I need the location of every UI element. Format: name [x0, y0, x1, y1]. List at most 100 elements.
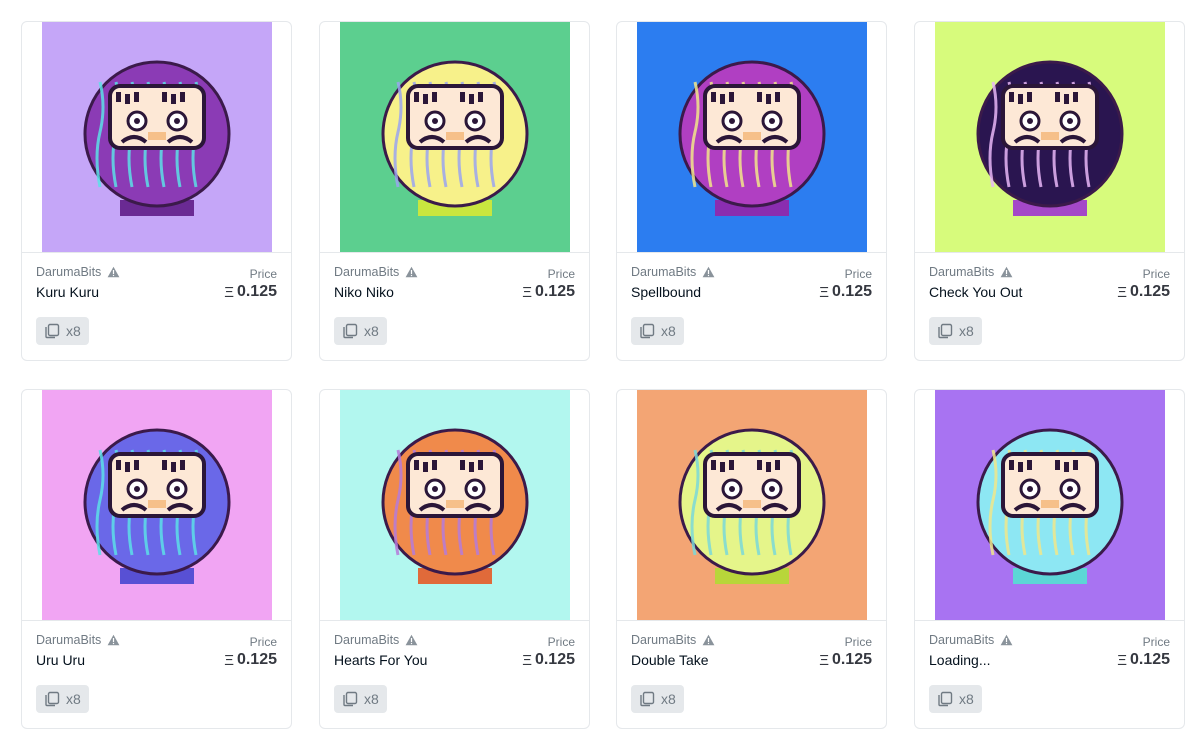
warning-icon[interactable]: [1000, 634, 1013, 646]
eyebrow-stripe: [1072, 92, 1078, 102]
eyebrow-stripe: [179, 92, 185, 102]
daruma-pupil: [768, 486, 775, 492]
eth-icon: Ξ: [224, 283, 234, 301]
collection-name[interactable]: DarumaBits: [36, 265, 101, 279]
price-value: Ξ 0.125: [224, 283, 277, 301]
price-block: Price Ξ 0.125: [1117, 267, 1170, 301]
collection-name[interactable]: DarumaBits: [631, 265, 696, 279]
editions-badge[interactable]: x8: [334, 685, 387, 713]
price-label: Price: [1142, 635, 1170, 649]
editions-badge[interactable]: x8: [36, 685, 89, 713]
eyebrow-stripe: [756, 460, 762, 470]
eyebrow-stripe: [459, 460, 465, 470]
warning-icon[interactable]: [107, 266, 120, 278]
editions-badge[interactable]: x8: [929, 685, 982, 713]
nft-artwork[interactable]: [617, 390, 886, 620]
divider: [22, 252, 291, 253]
eyebrow-stripe: [765, 462, 771, 472]
eyebrow-stripe: [179, 460, 185, 470]
nft-artwork[interactable]: [617, 22, 886, 252]
eyebrow-stripe: [115, 92, 121, 102]
divider: [22, 620, 291, 621]
warning-icon[interactable]: [702, 266, 715, 278]
price-value: Ξ 0.125: [522, 283, 575, 301]
daruma-pupil: [768, 118, 775, 124]
nft-card[interactable]: DarumaBits Hearts For You Price Ξ 0.125 …: [319, 389, 590, 729]
price-label: Price: [249, 267, 277, 281]
eyebrow-stripe: [170, 94, 176, 104]
copies-icon: [343, 323, 358, 339]
editions-badge[interactable]: x8: [631, 317, 684, 345]
warning-icon[interactable]: [1000, 266, 1013, 278]
editions-count: x8: [66, 323, 81, 339]
daruma-svg: [41, 390, 272, 620]
price-block: Price Ξ 0.125: [224, 635, 277, 669]
divider: [320, 252, 589, 253]
nft-card[interactable]: DarumaBits Check You Out Price Ξ 0.125 x…: [914, 21, 1185, 361]
nft-card[interactable]: DarumaBits Double Take Price Ξ 0.125 x8: [616, 389, 887, 729]
editions-badge[interactable]: x8: [334, 317, 387, 345]
nft-card[interactable]: DarumaBits Niko Niko Price Ξ 0.125 x8: [319, 21, 590, 361]
copies-icon: [938, 691, 953, 707]
daruma-pupil: [431, 118, 438, 124]
daruma-svg: [339, 390, 570, 620]
eyebrow-stripe: [1063, 94, 1069, 104]
eyebrow-stripe: [1008, 92, 1014, 102]
eyebrow-stripe: [710, 92, 716, 102]
nft-artwork[interactable]: [320, 22, 589, 252]
daruma-pupil: [1066, 486, 1073, 492]
daruma-pupil: [1026, 486, 1033, 492]
copies-icon: [640, 323, 655, 339]
daruma-nose: [742, 132, 761, 140]
daruma-pupil: [133, 118, 140, 124]
collection-name[interactable]: DarumaBits: [631, 633, 696, 647]
nft-card[interactable]: DarumaBits Kuru Kuru Price Ξ 0.125 x8: [21, 21, 292, 361]
eyebrow-stripe: [1026, 92, 1032, 102]
price-block: Price Ξ 0.125: [522, 635, 575, 669]
copies-icon: [343, 691, 358, 707]
price-amount: 0.125: [236, 283, 277, 300]
editions-badge[interactable]: x8: [36, 317, 89, 345]
collection-name[interactable]: DarumaBits: [334, 633, 399, 647]
price-amount: 0.125: [1129, 651, 1170, 668]
copies-icon: [45, 691, 60, 707]
price-label: Price: [1142, 267, 1170, 281]
collection-name[interactable]: DarumaBits: [36, 633, 101, 647]
nft-card[interactable]: DarumaBits Uru Uru Price Ξ 0.125 x8: [21, 389, 292, 729]
daruma-svg: [636, 390, 867, 620]
daruma-pupil: [471, 486, 478, 492]
eth-icon: Ξ: [224, 651, 234, 669]
editions-count: x8: [66, 691, 81, 707]
eyebrow-stripe: [1017, 462, 1023, 472]
collection-name[interactable]: DarumaBits: [334, 265, 399, 279]
warning-icon[interactable]: [405, 634, 418, 646]
nft-artwork[interactable]: [915, 22, 1184, 252]
nft-artwork[interactable]: [915, 390, 1184, 620]
nft-artwork[interactable]: [320, 390, 589, 620]
eyebrow-stripe: [1054, 460, 1060, 470]
price-amount: 0.125: [831, 283, 872, 300]
collection-name[interactable]: DarumaBits: [929, 633, 994, 647]
eyebrow-stripe: [468, 94, 474, 104]
editions-badge[interactable]: x8: [929, 317, 982, 345]
eyebrow-stripe: [422, 94, 428, 104]
warning-icon[interactable]: [107, 634, 120, 646]
nft-card[interactable]: DarumaBits Spellbound Price Ξ 0.125 x8: [616, 21, 887, 361]
warning-icon[interactable]: [702, 634, 715, 646]
daruma-svg: [934, 22, 1165, 252]
warning-icon[interactable]: [405, 266, 418, 278]
nft-card[interactable]: DarumaBits Loading... Price Ξ 0.125 x8: [914, 389, 1185, 729]
eyebrow-stripe: [413, 460, 419, 470]
daruma-svg: [636, 22, 867, 252]
nft-artwork[interactable]: [22, 22, 291, 252]
editions-badge[interactable]: x8: [631, 685, 684, 713]
daruma-image: [41, 390, 272, 620]
collection-name[interactable]: DarumaBits: [929, 265, 994, 279]
editions-count: x8: [661, 691, 676, 707]
daruma-pupil: [173, 486, 180, 492]
price-block: Price Ξ 0.125: [819, 267, 872, 301]
eyebrow-stripe: [468, 462, 474, 472]
daruma-pupil: [471, 118, 478, 124]
nft-artwork[interactable]: [22, 390, 291, 620]
eyebrow-stripe: [133, 460, 139, 470]
